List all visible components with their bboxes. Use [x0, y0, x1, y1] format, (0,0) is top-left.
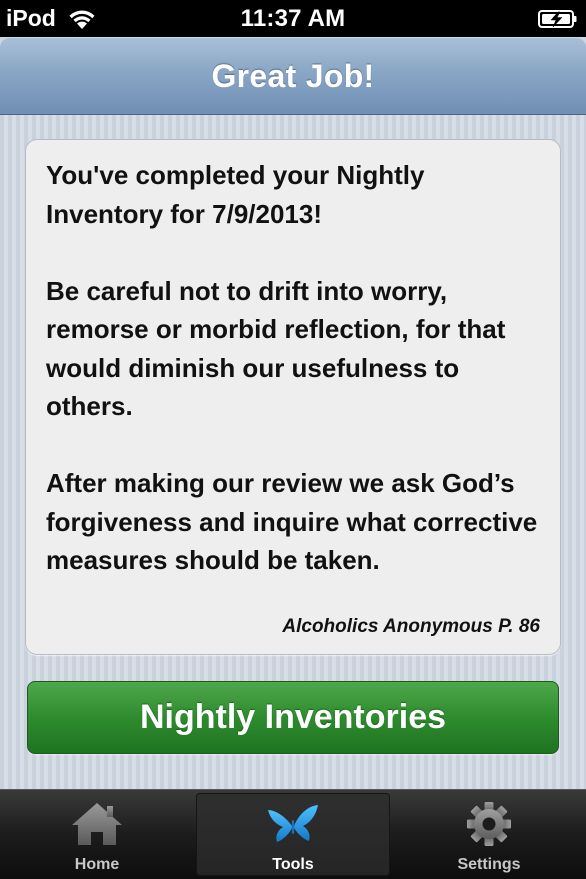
- butterfly-icon: [268, 805, 318, 842]
- quote-attribution: Alcoholics Anonymous P. 86: [282, 616, 540, 637]
- review-quote: After making our review we ask God’s for…: [46, 468, 538, 575]
- gear-icon: [467, 802, 511, 846]
- tab-settings-label: Settings: [457, 856, 521, 873]
- status-bar: iPod 11:37 AM: [0, 0, 586, 37]
- nightly-inventories-button[interactable]: Nightly Inventories: [27, 681, 559, 754]
- message-card: You've completed your Nightly Inventory …: [25, 139, 561, 655]
- tab-bar: Home Tools Settings: [0, 789, 586, 879]
- caution-quote: Be careful not to drift into worry, remo…: [46, 275, 506, 422]
- tab-tools-label: Tools: [272, 856, 314, 873]
- status-time: 11:37 AM: [240, 4, 346, 32]
- tab-home-label: Home: [74, 856, 120, 873]
- app-screen: iPod 11:37 AM Great Job! You've complete…: [0, 0, 586, 879]
- nightly-inventories-button-label: Nightly Inventories: [139, 698, 447, 736]
- completion-message: You've completed your Nightly Inventory …: [46, 160, 425, 229]
- page-title: Great Job!: [211, 57, 375, 94]
- status-left: iPod: [6, 0, 98, 37]
- home-icon: [72, 803, 122, 845]
- tab-tools[interactable]: Tools: [196, 793, 390, 876]
- battery-charging-icon: [538, 10, 577, 28]
- navigation-bar: Great Job!: [0, 37, 586, 115]
- content-area: You've completed your Nightly Inventory …: [0, 115, 586, 789]
- tab-settings[interactable]: Settings: [392, 790, 586, 879]
- carrier-label: iPod: [6, 5, 56, 31]
- wifi-icon: [69, 10, 95, 29]
- tab-home[interactable]: Home: [0, 790, 194, 879]
